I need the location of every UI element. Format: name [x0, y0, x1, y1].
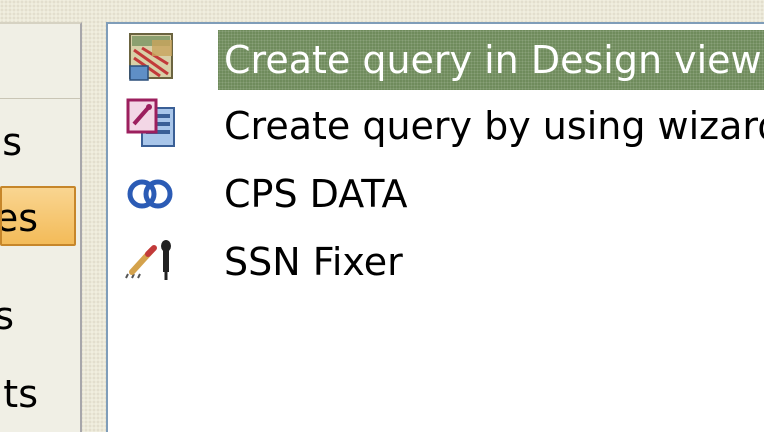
list-item-create-query-wizard[interactable]: Create query by using wizard [108, 92, 764, 158]
objects-bar-item-label: es [2, 196, 38, 240]
list-item-label: SSN Fixer [224, 240, 403, 284]
objects-bar-item-forms[interactable]: s [0, 286, 80, 346]
list-item-ssn-fixer[interactable]: SSN Fixer [108, 228, 764, 294]
list-item-create-query-design-view[interactable]: Create query in Design view [108, 26, 764, 92]
objects-bar-header [0, 24, 80, 99]
query-join-icon [122, 164, 180, 222]
objects-bar-item-label: s [2, 120, 22, 164]
objects-bar-item-reports[interactable]: ts [0, 364, 80, 424]
wizard-icon [122, 96, 180, 154]
list-item-label: Create query by using wizard [224, 104, 764, 148]
query-list-pane: Create query in Design view Create query… [106, 22, 764, 432]
design-view-icon [122, 30, 180, 88]
objects-bar: s es s ts [0, 22, 82, 432]
objects-bar-item-queries[interactable]: es [0, 186, 76, 246]
objects-bar-item-label: ts [3, 372, 38, 416]
list-item-label: CPS DATA [224, 172, 408, 216]
objects-bar-item-label: s [0, 294, 14, 338]
update-query-icon [122, 232, 180, 290]
list-item-cps-data[interactable]: CPS DATA [108, 160, 764, 226]
objects-bar-item-tables[interactable]: s [0, 112, 80, 172]
list-item-label: Create query in Design view [218, 30, 764, 90]
